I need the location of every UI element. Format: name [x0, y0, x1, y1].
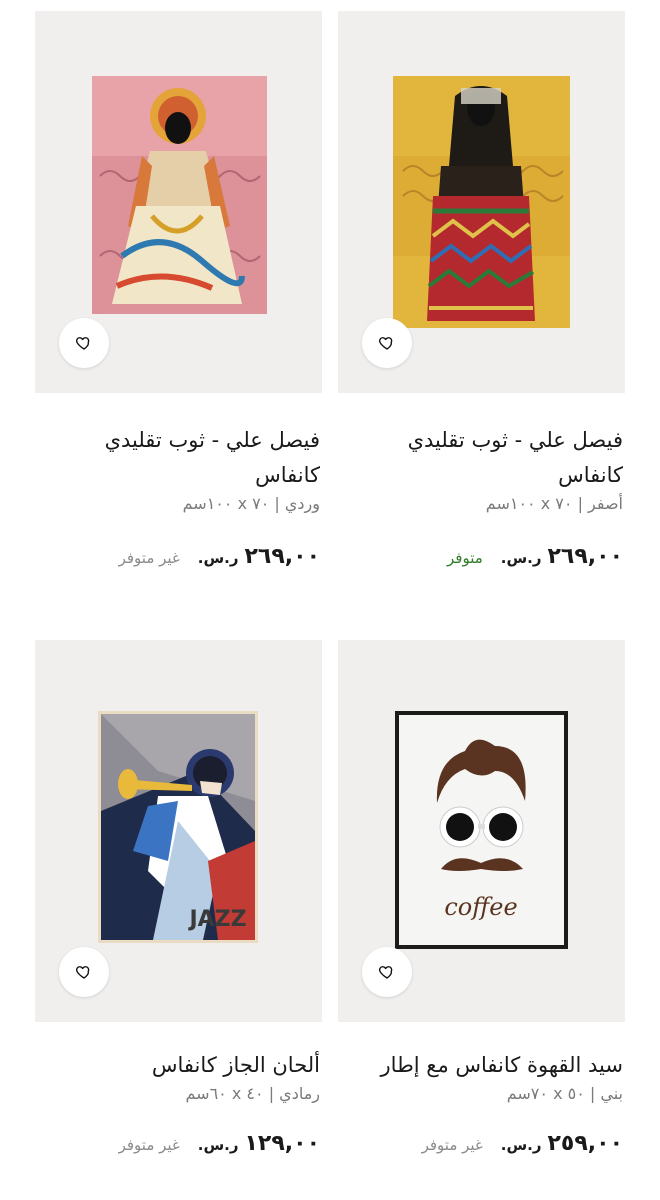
pink-dress-painting: [92, 76, 267, 314]
product-title[interactable]: ألحان الجاز كانفاس: [37, 1048, 320, 1083]
price-row: ٢٥٩,٠٠ ر.س. غير متوفر: [340, 1131, 623, 1156]
product-grid: فيصل علي - ثوب تقليدي كانفاس أصفر | ٧٠ x…: [0, 0, 660, 1200]
product-card[interactable]: coffee سيد القهوة كانفاس مع إطار بني | ٥…: [338, 640, 625, 1156]
heart-outline-icon: [76, 966, 90, 979]
price-row: ٢٦٩,٠٠ ر.س. غير متوفر: [37, 544, 320, 569]
product-title[interactable]: فيصل علي - ثوب تقليدي كانفاس: [37, 423, 320, 493]
stock-status: غير متوفر: [118, 549, 180, 567]
product-image[interactable]: JAZZ: [35, 640, 322, 1022]
currency-label: ر.س.: [500, 1136, 542, 1154]
price-row: ٢٦٩,٠٠ ر.س. متوفر: [340, 544, 623, 569]
product-card[interactable]: فيصل علي - ثوب تقليدي كانفاس أصفر | ٧٠ x…: [338, 11, 625, 569]
jazz-trumpet-print: JAZZ: [98, 711, 258, 943]
coffee-face-print: coffee: [395, 711, 568, 949]
product-variant: أصفر | ٧٠ x ١٠٠سم: [485, 494, 623, 513]
currency-label: ر.س.: [197, 1136, 239, 1154]
wishlist-button[interactable]: [362, 947, 412, 997]
product-price: ١٢٩,٠٠: [244, 1131, 320, 1156]
heart-outline-icon: [379, 966, 393, 979]
wishlist-button[interactable]: [59, 947, 109, 997]
product-title[interactable]: سيد القهوة كانفاس مع إطار: [340, 1048, 623, 1083]
currency-label: ر.س.: [500, 549, 542, 567]
heart-outline-icon: [379, 337, 393, 350]
yellow-dress-painting: [393, 76, 570, 328]
product-info: ألحان الجاز كانفاس رمادي | ٤٠ x ٦٠سم ١٢٩…: [35, 1048, 322, 1156]
heart-outline-icon: [76, 337, 90, 350]
product-image[interactable]: [35, 11, 322, 393]
product-variant: وردي | ٧٠ x ١٠٠سم: [182, 494, 320, 513]
product-variant: بني | ٥٠ x ٧٠سم: [506, 1084, 623, 1103]
stock-status: متوفر: [447, 549, 483, 567]
product-image[interactable]: [338, 11, 625, 393]
product-price: ٢٦٩,٠٠: [547, 544, 623, 569]
stock-status: غير متوفر: [421, 1136, 483, 1154]
wishlist-button[interactable]: [59, 318, 109, 368]
price-row: ١٢٩,٠٠ ر.س. غير متوفر: [37, 1131, 320, 1156]
product-price: ٢٦٩,٠٠: [244, 544, 320, 569]
product-card[interactable]: JAZZ ألحان الجاز كانفاس رمادي | ٤٠ x ٦٠س…: [35, 640, 322, 1156]
product-image[interactable]: coffee: [338, 640, 625, 1022]
svg-text:coffee: coffee: [444, 893, 517, 921]
product-title[interactable]: فيصل علي - ثوب تقليدي كانفاس: [340, 423, 623, 493]
wishlist-button[interactable]: [362, 318, 412, 368]
currency-label: ر.س.: [197, 549, 239, 567]
product-variant: رمادي | ٤٠ x ٦٠سم: [185, 1084, 320, 1103]
product-info: فيصل علي - ثوب تقليدي كانفاس أصفر | ٧٠ x…: [338, 423, 625, 569]
svg-text:JAZZ: JAZZ: [187, 907, 246, 932]
product-card[interactable]: فيصل علي - ثوب تقليدي كانفاس وردي | ٧٠ x…: [35, 11, 322, 569]
product-info: فيصل علي - ثوب تقليدي كانفاس وردي | ٧٠ x…: [35, 423, 322, 569]
stock-status: غير متوفر: [118, 1136, 180, 1154]
product-price: ٢٥٩,٠٠: [547, 1131, 623, 1156]
product-info: سيد القهوة كانفاس مع إطار بني | ٥٠ x ٧٠س…: [338, 1048, 625, 1156]
